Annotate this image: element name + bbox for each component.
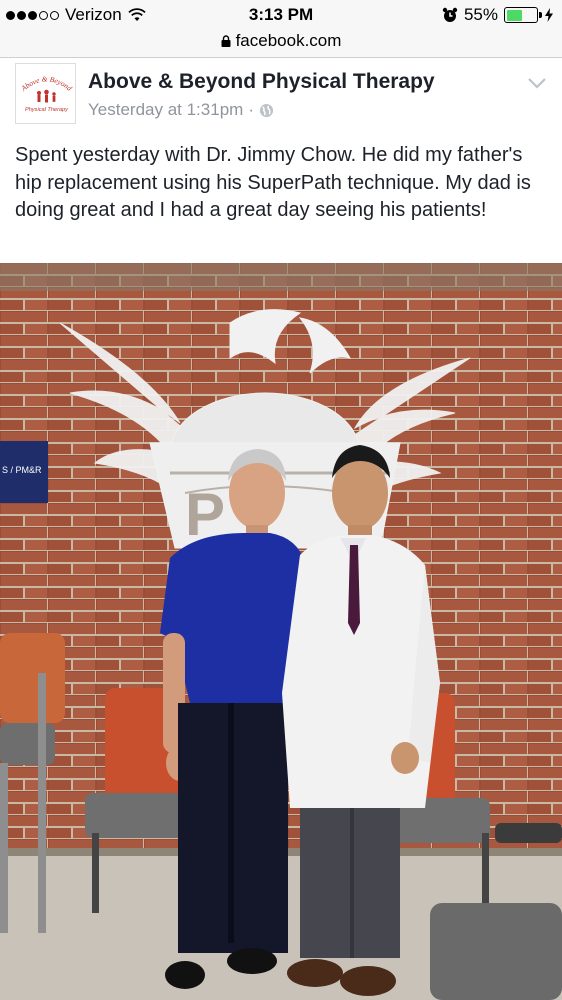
wall-sign: S / PM&R (0, 441, 48, 503)
post-timestamp[interactable]: Yesterday at 1:31pm (88, 100, 243, 120)
page-logo: Above & Beyond Physical Therapy (16, 64, 75, 123)
post-photo[interactable]: S / PM&R P (0, 263, 562, 1000)
photo-illustration: S / PM&R P (0, 263, 562, 1000)
post-body-text: Spent yesterday with Dr. Jimmy Chow. He … (15, 144, 531, 221)
post-meta: Yesterday at 1:31pm · (88, 100, 274, 120)
lock-icon (221, 35, 231, 47)
globe-icon (259, 103, 274, 117)
meta-separator: · (248, 100, 254, 119)
page-avatar[interactable]: Above & Beyond Physical Therapy (15, 63, 76, 124)
charging-icon (545, 8, 553, 22)
post-header: Above & Beyond Physical Therapy Above & … (0, 58, 562, 134)
avatar-line2: Physical Therapy (25, 107, 69, 113)
url-text: facebook.com (235, 31, 342, 50)
wall-sign-text: S / PM&R (2, 465, 42, 475)
battery-percent: 55% (463, 5, 498, 24)
status-right: 55% (442, 5, 554, 25)
alarm-icon (442, 7, 458, 22)
chevron-down-icon[interactable] (527, 76, 547, 90)
battery-icon (504, 7, 542, 23)
address-bar[interactable]: facebook.com (0, 30, 562, 58)
page-name-link[interactable]: Above & Beyond Physical Therapy (88, 70, 435, 94)
status-bar: Verizon 3:13 PM 55% (0, 0, 562, 30)
